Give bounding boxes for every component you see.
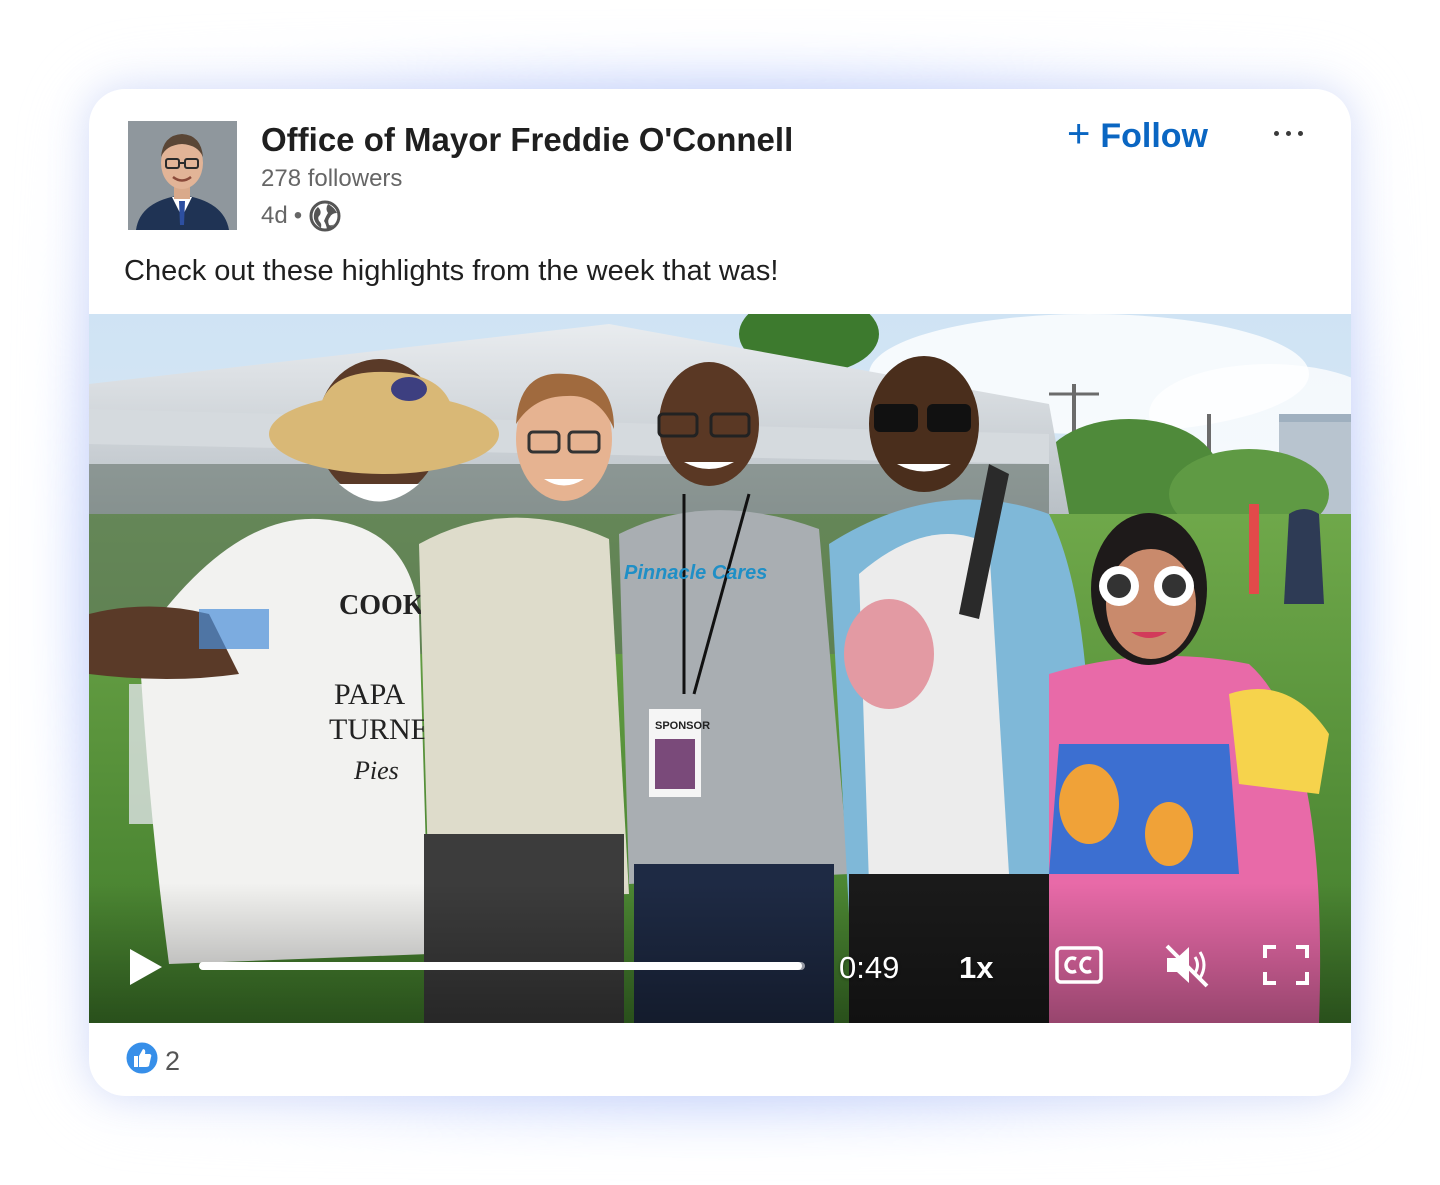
follower-count: 278 followers xyxy=(261,165,403,192)
post-card: Office of Mayor Freddie O'Connell 278 fo… xyxy=(89,89,1351,1096)
progress-bar[interactable] xyxy=(199,962,805,970)
svg-text:Pinnacle Cares: Pinnacle Cares xyxy=(624,562,767,584)
more-dots-icon xyxy=(1273,130,1279,136)
progress-fill xyxy=(199,962,802,970)
plus-icon: + xyxy=(1067,112,1091,156)
meta-separator: • xyxy=(293,202,303,229)
fullscreen-icon xyxy=(1263,945,1309,985)
controls-overlay xyxy=(89,883,1351,1023)
play-button[interactable] xyxy=(127,947,165,987)
fullscreen-button[interactable] xyxy=(1262,944,1310,986)
video-player[interactable]: COOKIN PAPA TURNER Pies SPONSOR Pinnacle… xyxy=(89,314,1351,1023)
more-options-button[interactable] xyxy=(1261,113,1315,153)
cc-icon xyxy=(1055,946,1103,984)
captions-button[interactable] xyxy=(1055,946,1103,984)
follow-label: Follow xyxy=(1100,116,1209,155)
like-icon xyxy=(125,1041,159,1082)
author-avatar[interactable] xyxy=(128,121,237,230)
globe-icon xyxy=(308,199,342,233)
playback-speed-button[interactable]: 1x xyxy=(959,950,993,986)
svg-text:Pies: Pies xyxy=(353,756,399,785)
post-text: Check out these highlights from the week… xyxy=(124,255,779,287)
post-time: 4d xyxy=(261,202,288,229)
more-dot xyxy=(1297,130,1303,136)
svg-text:SPONSOR: SPONSOR xyxy=(655,720,710,732)
play-icon xyxy=(130,949,162,985)
volume-muted-icon xyxy=(1165,944,1209,988)
reaction-count: 2 xyxy=(165,1046,181,1076)
follow-button[interactable]: + Follow xyxy=(1067,111,1208,161)
author-name[interactable]: Office of Mayor Freddie O'Connell xyxy=(261,121,793,159)
svg-text:PAPA: PAPA xyxy=(334,678,406,711)
more-dot xyxy=(1285,130,1291,136)
reactions-bar[interactable]: 2 xyxy=(125,1041,180,1082)
mute-button[interactable] xyxy=(1163,942,1215,988)
time-display: 0:49 xyxy=(839,950,900,985)
post-meta: 4d • xyxy=(261,199,342,233)
